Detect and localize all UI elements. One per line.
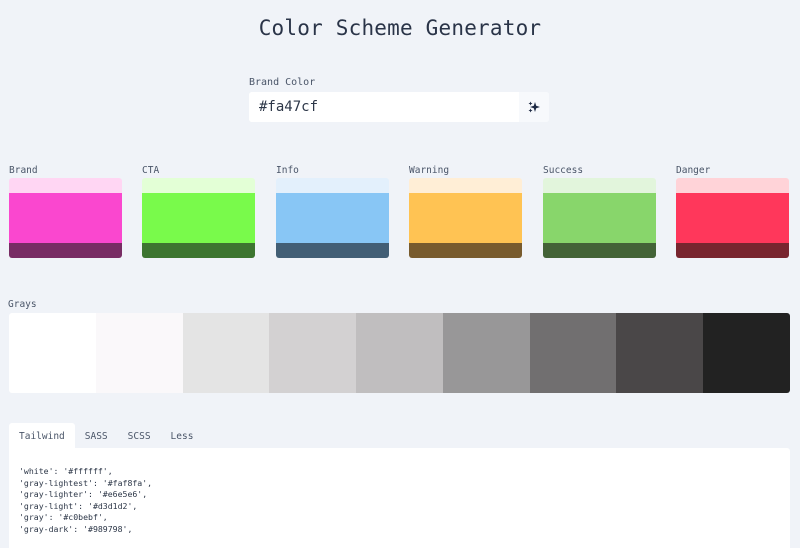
sparkle-icon [528,101,540,113]
swatch-light[interactable] [142,178,255,193]
brand-color-field [249,92,549,122]
swatch-base[interactable] [676,193,789,243]
random-color-button[interactable] [519,92,549,122]
swatch-dark[interactable] [9,243,122,258]
swatch-group-success: Success [543,165,657,258]
swatch-label: Warning [409,165,450,176]
swatch-base[interactable] [543,193,656,243]
swatch[interactable] [409,178,522,258]
gray-swatch[interactable] [703,313,790,393]
tab-less[interactable]: Less [161,423,204,448]
swatch-light[interactable] [409,178,522,193]
swatch-base[interactable] [142,193,255,243]
gray-swatch[interactable] [269,313,357,393]
gray-swatch[interactable] [9,313,96,393]
swatch-group-cta: CTA [142,165,256,258]
grays-palette [9,313,790,393]
swatch[interactable] [9,178,122,258]
swatch-group-danger: Danger [676,165,790,258]
tab-scss[interactable]: SCSS [118,423,161,448]
gray-swatch[interactable] [529,313,617,393]
swatch-group-brand: Brand [9,165,123,258]
export-format-tabs: Tailwind SASS SCSS Less [9,423,203,448]
swatch-label: Brand [9,165,38,176]
gray-swatch[interactable] [182,313,270,393]
swatch-light[interactable] [9,178,122,193]
swatch-dark[interactable] [676,243,789,258]
grays-label: Grays [8,299,37,310]
swatch[interactable] [142,178,255,258]
swatch-light[interactable] [676,178,789,193]
swatch-label: Info [276,165,299,176]
swatch-dark[interactable] [142,243,255,258]
swatch-label: Danger [676,165,711,176]
code-panel: 'white': '#ffffff', 'gray-lightest': '#f… [9,448,790,548]
swatch-light[interactable] [543,178,656,193]
tab-sass[interactable]: SASS [75,423,118,448]
gray-swatch[interactable] [616,313,704,393]
swatch-light[interactable] [276,178,389,193]
swatch-dark[interactable] [543,243,656,258]
swatch-base[interactable] [409,193,522,243]
swatch[interactable] [276,178,389,258]
swatch-base[interactable] [276,193,389,243]
gray-swatch[interactable] [95,313,183,393]
swatch-dark[interactable] [276,243,389,258]
swatch-group-warning: Warning [409,165,523,258]
swatch-group-info: Info [276,165,390,258]
swatch-label: CTA [142,165,160,176]
swatch-base[interactable] [9,193,122,243]
page-title: Color Scheme Generator [258,16,542,40]
swatch-dark[interactable] [409,243,522,258]
gray-swatch[interactable] [442,313,530,393]
brand-color-input[interactable] [249,92,519,122]
swatch[interactable] [543,178,656,258]
tab-tailwind[interactable]: Tailwind [9,423,75,448]
code-output: 'white': '#ffffff', 'gray-lightest': '#f… [19,466,153,534]
brand-color-label: Brand Color [249,77,316,88]
swatch-label: Success [543,165,584,176]
gray-swatch[interactable] [356,313,443,393]
swatch[interactable] [676,178,789,258]
